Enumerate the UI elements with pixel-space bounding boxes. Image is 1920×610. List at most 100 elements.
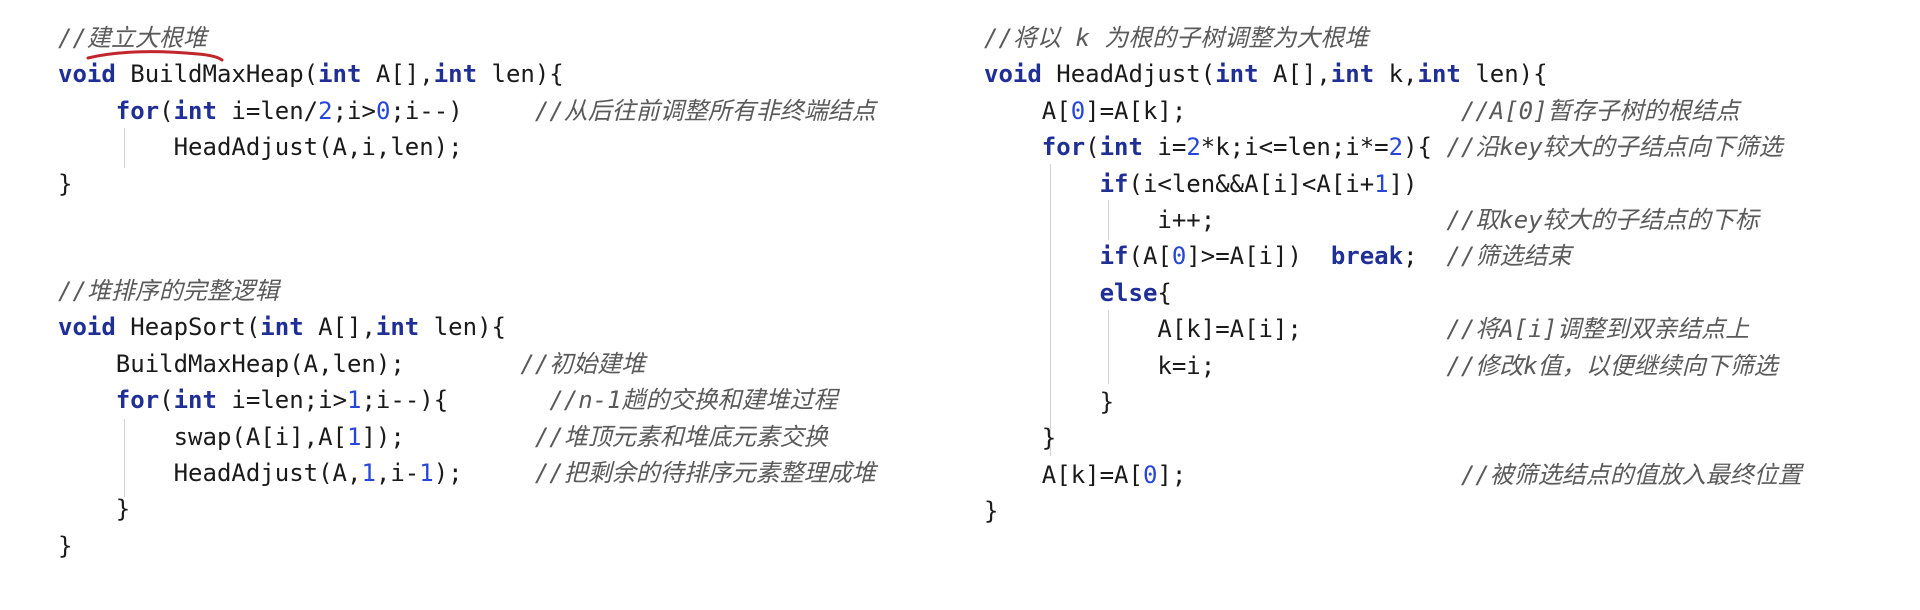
code-comment: //从后往前调整所有非终端结点 bbox=[534, 96, 876, 125]
code-text: ){ bbox=[1403, 133, 1447, 162]
code-number: 0 bbox=[375, 96, 391, 125]
code-keyword: int bbox=[1099, 133, 1143, 162]
code-number: 0 bbox=[1142, 460, 1158, 489]
code-text: A[k]=A[ bbox=[984, 460, 1143, 489]
code-text: HeadAdjust(A,i,len); bbox=[58, 133, 463, 162]
code-line: } bbox=[58, 166, 958, 202]
code-number: 0 bbox=[1070, 96, 1086, 125]
code-text: { bbox=[1157, 278, 1172, 307]
code-keyword: void bbox=[58, 60, 116, 89]
code-number: 2 bbox=[1388, 133, 1404, 162]
code-line: //堆排序的完整逻辑 bbox=[58, 273, 958, 309]
code-keyword: int bbox=[318, 60, 362, 89]
code-line: A[k]=A[i]; //将A[i]调整到双亲结点上 bbox=[984, 311, 1904, 347]
code-text: ;i--) bbox=[390, 96, 535, 125]
code-keyword: int bbox=[173, 386, 217, 415]
code-line: else{ bbox=[984, 275, 1904, 311]
code-text: } bbox=[58, 169, 73, 198]
code-line: if(i<len&&A[i]<A[i+1]) bbox=[984, 166, 1904, 202]
code-keyword: int bbox=[1330, 60, 1375, 89]
code-keyword: int bbox=[173, 96, 217, 125]
code-keyword: int bbox=[433, 60, 478, 89]
code-text: i=len/ bbox=[216, 96, 319, 125]
code-number: 2 bbox=[318, 96, 333, 125]
code-text: len){ bbox=[1460, 60, 1548, 89]
code-text: ]) bbox=[1388, 169, 1418, 198]
code-line: for(int i=len/2;i>0;i--) //从后往前调整所有非终端结点 bbox=[58, 93, 958, 129]
code-text: A[ bbox=[984, 96, 1071, 125]
code-text: k, bbox=[1374, 60, 1418, 89]
code-line: } bbox=[984, 384, 1904, 420]
code-number: 1 bbox=[347, 386, 362, 415]
code-text: A[k]=A[i]; bbox=[984, 315, 1447, 344]
code-line: BuildMaxHeap(A,len); //初始建堆 bbox=[58, 346, 958, 382]
code-keyword: int bbox=[260, 313, 304, 342]
code-line: HeadAdjust(A,i,len); bbox=[58, 129, 958, 165]
code-text: ; bbox=[1403, 242, 1447, 271]
code-text: ,i- bbox=[375, 458, 420, 487]
code-keyword: void bbox=[984, 60, 1042, 89]
code-text: *k;i<=len;i*= bbox=[1200, 133, 1389, 162]
code-keyword: for bbox=[115, 386, 160, 415]
code-text: i= bbox=[1142, 133, 1187, 162]
heap-sort-code: //堆排序的完整逻辑 void HeapSort(int A[],int len)… bbox=[58, 273, 958, 564]
code-comment: //n-1趟的交换和建堆过程 bbox=[549, 386, 838, 415]
code-comment: //取key较大的子结点的下标 bbox=[1446, 205, 1759, 234]
build-max-heap-code: //建立大根堆 void BuildMaxHeap(int A[],int len… bbox=[58, 20, 958, 202]
code-text: k=i; bbox=[984, 351, 1447, 380]
code-keyword: break bbox=[1330, 242, 1404, 271]
code-text: ( bbox=[159, 96, 174, 125]
code-line: i++; //取key较大的子结点的下标 bbox=[984, 202, 1904, 238]
code-text: } bbox=[58, 495, 131, 524]
code-text: ;i--){ bbox=[361, 386, 550, 415]
code-text: ( bbox=[1085, 133, 1100, 162]
code-number: 1 bbox=[419, 458, 434, 487]
code-text: A[], bbox=[1258, 60, 1331, 89]
code-text: A[], bbox=[303, 313, 376, 342]
code-line: //建立大根堆 bbox=[58, 20, 958, 56]
head-adjust-code: //将以 k 为根的子树调整为大根堆 void HeadAdjust( int A[… bbox=[984, 20, 1904, 529]
code-comment: //修改k值，以便继续向下筛选 bbox=[1446, 351, 1778, 380]
code-text: HeadAdjust( bbox=[1041, 60, 1216, 89]
code-line: void HeapSort(int A[],int len){ bbox=[58, 309, 958, 345]
code-keyword: else bbox=[1099, 278, 1158, 307]
code-comment: //初始建堆 bbox=[520, 349, 646, 378]
code-text: i=len;i> bbox=[216, 386, 348, 415]
code-line: for(int i=len;i>1;i--){ //n-1趟的交换和建堆过程 bbox=[58, 382, 958, 418]
code-line: swap(A[i],A[1]); //堆顶元素和堆底元素交换 bbox=[58, 419, 958, 455]
code-line: //将以 k 为根的子树调整为大根堆 bbox=[984, 20, 1904, 56]
code-text: } bbox=[984, 497, 999, 526]
code-comment: //堆顶元素和堆底元素交换 bbox=[534, 422, 828, 451]
code-number: 0 bbox=[1171, 242, 1187, 271]
code-line: void BuildMaxHeap(int A[],int len){ bbox=[58, 56, 958, 92]
code-keyword: if bbox=[1099, 169, 1129, 198]
code-keyword: int bbox=[375, 313, 420, 342]
code-number: 1 bbox=[346, 422, 362, 451]
code-comment: //将以 k 为根的子树调整为大根堆 bbox=[984, 24, 1369, 52]
code-line: if(A[0]>=A[i]) break; //筛选结束 bbox=[984, 238, 1904, 274]
code-text: ]>=A[i]) bbox=[1186, 242, 1331, 271]
code-text: ;i> bbox=[332, 96, 376, 125]
code-comment: //沿key较大的子结点向下筛选 bbox=[1446, 133, 1783, 162]
right-code-panel: //将以 k 为根的子树调整为大根堆 void HeadAdjust( int A[… bbox=[984, 20, 1904, 529]
code-line: HeadAdjust(A,1,i-1); //把剩余的待排序元素整理成堆 bbox=[58, 455, 958, 491]
code-line: } bbox=[58, 491, 958, 527]
code-line: } bbox=[984, 420, 1904, 456]
code-text: ]=A[k]; bbox=[1085, 96, 1461, 125]
code-text: ]); bbox=[361, 422, 535, 451]
code-comment: //被筛选结点的值放入最终位置 bbox=[1460, 460, 1802, 489]
code-comment: //A[0]暂存子树的根结点 bbox=[1460, 96, 1740, 125]
left-code-panel: //建立大根堆 void BuildMaxHeap(int A[],int len… bbox=[58, 20, 958, 564]
code-text: (A[ bbox=[1128, 242, 1172, 271]
code-comment: //将A[i]调整到双亲结点上 bbox=[1446, 315, 1750, 344]
code-text: ( bbox=[159, 386, 174, 415]
code-text: ]; bbox=[1157, 460, 1461, 489]
code-line: } bbox=[984, 493, 1904, 529]
code-comment: //建立大根堆 bbox=[58, 24, 207, 52]
code-line: A[0]=A[k]; //A[0]暂存子树的根结点 bbox=[984, 93, 1904, 129]
code-text: } bbox=[984, 387, 1115, 416]
